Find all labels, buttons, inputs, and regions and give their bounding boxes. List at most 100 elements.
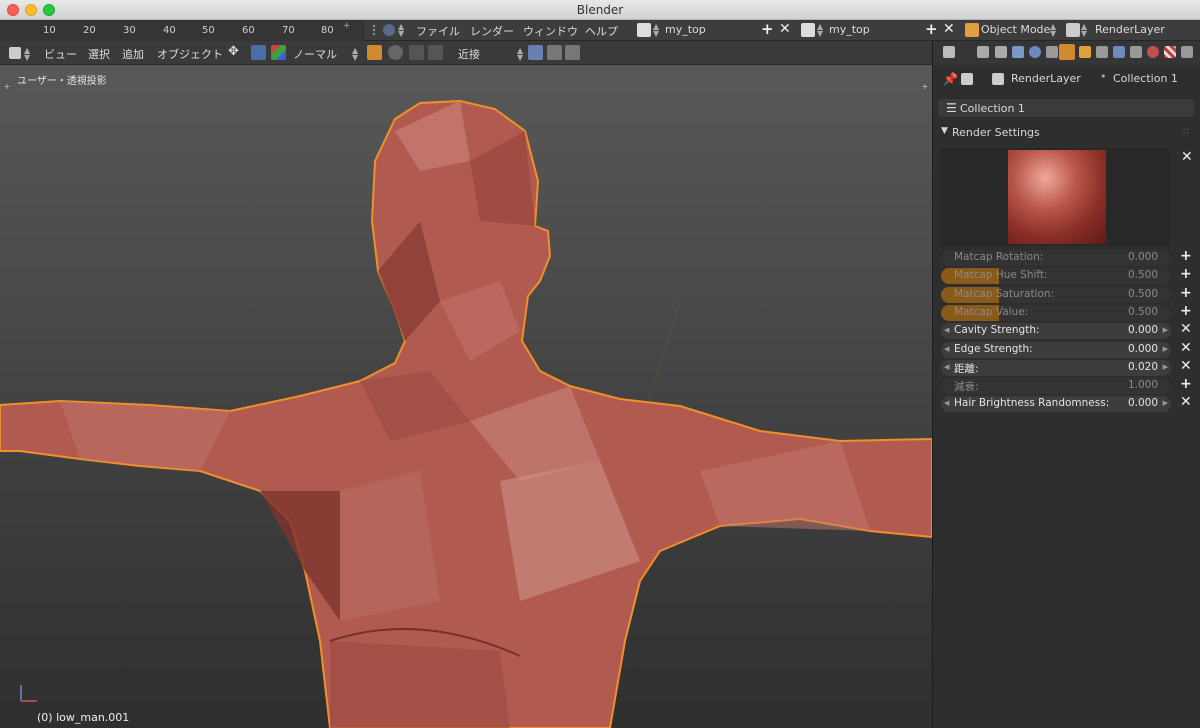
workspace-icon[interactable]: [637, 23, 651, 37]
drag-handle-icon[interactable]: ∷: [1183, 127, 1189, 137]
increment-arrow-icon[interactable]: ▶: [1163, 345, 1168, 353]
view-layer-tab-icon[interactable]: [1059, 44, 1075, 60]
add-scene-button[interactable]: +: [925, 20, 938, 38]
drag-handle-icon[interactable]: [372, 24, 376, 36]
property-slider[interactable]: ◀ ▶ Hair Brightness Randomness: 0.000: [941, 396, 1171, 412]
render-layer-icon[interactable]: [1066, 23, 1080, 37]
property-slider[interactable]: 減衰: 1.000: [941, 378, 1171, 394]
updown-icon[interactable]: ▲ ▼: [517, 47, 523, 62]
add-override-button[interactable]: +: [1180, 376, 1192, 392]
output-tab-icon[interactable]: [995, 46, 1007, 58]
property-slider[interactable]: ◀ ▶ 距離: 0.020: [941, 360, 1171, 376]
increment-arrow-icon[interactable]: ▶: [1163, 363, 1168, 371]
collection-selector[interactable]: ☰ Collection 1: [938, 99, 1194, 117]
property-slider[interactable]: Matcap Hue Shift: 0.500: [941, 268, 1171, 284]
maximize-window-button[interactable]: [43, 4, 55, 16]
close-window-button[interactable]: [7, 4, 19, 16]
add-override-button[interactable]: +: [1180, 303, 1192, 319]
updown-icon[interactable]: ▲ ▼: [352, 47, 358, 62]
increment-arrow-icon[interactable]: ▶: [1163, 326, 1168, 334]
physics-tab-icon[interactable]: [1181, 46, 1193, 58]
collection-tab-icon[interactable]: [1046, 46, 1058, 58]
updown-icon[interactable]: ▲ ▼: [817, 23, 823, 38]
snap-rotate-icon[interactable]: [409, 45, 424, 60]
info-icon[interactable]: [383, 24, 395, 36]
snap-toggle-icon[interactable]: [388, 45, 403, 60]
render-tab-icon[interactable]: [977, 46, 989, 58]
close-scene-button[interactable]: ✕: [943, 21, 955, 37]
disclosure-triangle-icon[interactable]: ▼: [941, 126, 948, 136]
property-slider[interactable]: Matcap Value: 0.500: [941, 305, 1171, 321]
decrement-arrow-icon[interactable]: ◀: [944, 399, 949, 407]
minimize-window-button[interactable]: [25, 4, 37, 16]
3d-viewport[interactable]: ▲ ▼ ビュー 選択 追加 オブジェクト ✥ ノーマル ▲ ▼ 近接 ▲ ▼ ユーザー…: [0, 41, 932, 728]
mesh-render[interactable]: [0, 41, 932, 728]
workspace-name-right[interactable]: my_top: [829, 23, 870, 36]
modifier-tab-icon[interactable]: [1113, 46, 1125, 58]
tool-tab-icon[interactable]: [943, 46, 955, 58]
texture-tab-icon[interactable]: [1164, 46, 1176, 58]
context-render-layer[interactable]: RenderLayer: [1011, 72, 1081, 85]
menu-add[interactable]: 追加: [122, 46, 144, 62]
shading-icon[interactable]: [528, 45, 543, 60]
pivot-icon[interactable]: ✥: [228, 44, 239, 59]
matcap-clear-button[interactable]: ✕: [1181, 149, 1193, 165]
increment-arrow-icon[interactable]: ▶: [1163, 399, 1168, 407]
menu-window[interactable]: ウィンドウ: [523, 23, 578, 39]
menu-render[interactable]: レンダー: [470, 23, 514, 39]
add-workspace-button[interactable]: +: [761, 20, 774, 38]
add-override-button[interactable]: +: [1180, 266, 1192, 282]
mode-selector[interactable]: Object Mode: [981, 23, 1050, 36]
corner-expand-icon[interactable]: +: [920, 82, 930, 92]
transform-icon[interactable]: [251, 45, 266, 60]
editor-type-icon[interactable]: [9, 47, 21, 59]
orientation-selector[interactable]: ノーマル: [293, 46, 337, 62]
menu-select[interactable]: 選択: [88, 46, 110, 62]
property-slider[interactable]: Matcap Rotation: 0.000: [941, 250, 1171, 266]
decrement-arrow-icon[interactable]: ◀: [944, 326, 949, 334]
context-collection[interactable]: Collection 1: [1113, 72, 1178, 85]
world-tab-icon[interactable]: [1029, 46, 1041, 58]
updown-icon[interactable]: ▲ ▼: [398, 23, 404, 38]
data-tab-icon[interactable]: [1130, 46, 1142, 58]
property-slider[interactable]: Matcap Saturation: 0.500: [941, 287, 1171, 303]
matcap-preview[interactable]: [940, 148, 1170, 246]
remove-override-button[interactable]: ✕: [1180, 340, 1192, 356]
menu-object[interactable]: オブジェクト: [157, 46, 223, 62]
render-preview-icon[interactable]: [547, 45, 562, 60]
remove-override-button[interactable]: ✕: [1180, 394, 1192, 410]
render-settings-header[interactable]: ▼ Render Settings ∷: [933, 124, 1200, 142]
decrement-arrow-icon[interactable]: ◀: [944, 345, 949, 353]
menu-view[interactable]: ビュー: [44, 46, 77, 62]
snap-target-selector[interactable]: 近接: [458, 46, 480, 62]
menu-file[interactable]: ファイル: [416, 23, 460, 39]
updown-icon[interactable]: ▲ ▼: [24, 47, 30, 62]
pin-icon[interactable]: 📌: [943, 72, 958, 86]
timeline-ruler[interactable]: 10 20 30 40 50 60 70 80 +: [0, 20, 365, 41]
decrement-arrow-icon[interactable]: ◀: [944, 363, 949, 371]
add-override-button[interactable]: +: [1180, 248, 1192, 264]
property-slider[interactable]: ◀ ▶ Cavity Strength: 0.000: [941, 323, 1171, 339]
object-tab-icon[interactable]: [1079, 46, 1091, 58]
property-slider[interactable]: ◀ ▶ Edge Strength: 0.000: [941, 342, 1171, 358]
menu-help[interactable]: ヘルプ: [585, 23, 618, 39]
add-override-button[interactable]: +: [1180, 285, 1192, 301]
constraint-tab-icon[interactable]: [1096, 46, 1108, 58]
orientation-icon[interactable]: [271, 45, 286, 60]
workspace-name-left[interactable]: my_top: [665, 23, 706, 36]
plus-icon[interactable]: +: [343, 21, 351, 31]
snap-element-icon[interactable]: [428, 45, 443, 60]
material-tab-icon[interactable]: [1147, 46, 1159, 58]
corner-expand-icon[interactable]: +: [2, 82, 12, 92]
updown-icon[interactable]: ▲ ▼: [1081, 23, 1087, 38]
matcap-sphere-image[interactable]: [1008, 150, 1106, 244]
object-mode-icon[interactable]: [965, 23, 979, 37]
layout-icon[interactable]: [801, 23, 815, 37]
close-workspace-button[interactable]: ✕: [779, 21, 791, 37]
render-layer-selector[interactable]: RenderLayer: [1095, 23, 1165, 36]
clapper-icon[interactable]: [565, 45, 580, 60]
proportional-edit-icon[interactable]: [367, 45, 382, 60]
updown-icon[interactable]: ▲ ▼: [653, 23, 659, 38]
scene-tab-icon[interactable]: [1012, 46, 1024, 58]
remove-override-button[interactable]: ✕: [1180, 358, 1192, 374]
